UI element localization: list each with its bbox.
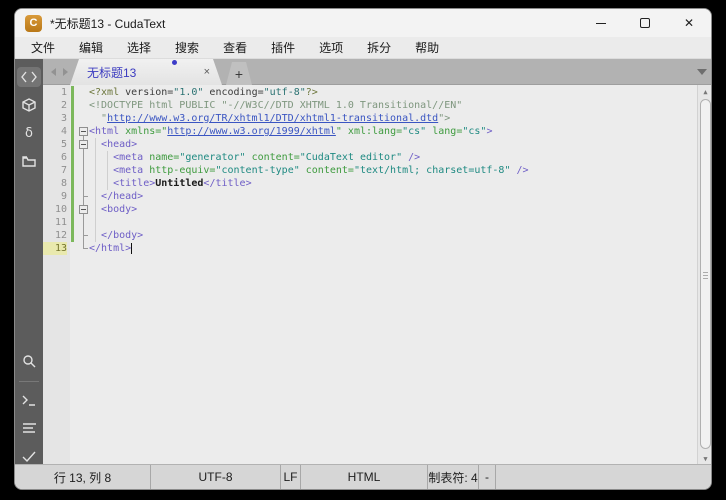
tab-scroll-left-icon[interactable] [51, 68, 56, 76]
terminal-icon [22, 395, 35, 406]
code-line[interactable]: <html xmlns="http://www.w3.org/1999/xhtm… [89, 125, 492, 138]
status-message [496, 465, 711, 489]
code-line[interactable]: <meta http-equiv="content-type" content=… [89, 164, 528, 177]
list-icon [22, 422, 36, 433]
code-line[interactable]: <head> [89, 138, 137, 151]
status-selection[interactable]: - [479, 465, 496, 489]
sidebar-item-console[interactable] [17, 390, 41, 410]
menu-split[interactable]: 拆分 [361, 37, 397, 58]
menu-file[interactable]: 文件 [25, 37, 61, 58]
sidebar-item-snippets[interactable]: δ [17, 123, 41, 143]
sidebar-item-output[interactable] [17, 418, 41, 438]
tab-scroll-right-icon[interactable] [63, 68, 68, 76]
menu-help[interactable]: 帮助 [409, 37, 445, 58]
code-icon [21, 71, 37, 83]
sidebar-item-search[interactable] [17, 351, 41, 371]
close-icon: ✕ [683, 16, 695, 30]
search-icon [23, 355, 36, 368]
status-bar: 行 13, 列 8 UTF-8 LF HTML 制表符: 4 - [15, 464, 711, 489]
status-lexer[interactable]: HTML [301, 465, 428, 489]
tab-list-chevron-icon[interactable] [697, 69, 707, 75]
tab-close-icon[interactable]: × [204, 66, 210, 78]
close-button[interactable]: ✕ [667, 9, 711, 37]
sidebar-item-validate[interactable] [17, 446, 41, 466]
app-icon: C [25, 14, 42, 32]
code-line[interactable]: <meta name="generator" content="CudaText… [89, 151, 420, 164]
menu-selection[interactable]: 选择 [121, 37, 157, 58]
cube-icon [22, 98, 36, 112]
code-line[interactable]: <?xml version="1.0" encoding="utf-8"?> [89, 86, 318, 99]
check-icon [22, 451, 36, 462]
sidebar-divider [19, 381, 39, 382]
content-area: 无标题13 × + 12345678910111213 [43, 59, 711, 466]
status-tab-size[interactable]: 制表符: 4 [428, 465, 479, 489]
scroll-up-icon[interactable]: ▲ [698, 86, 711, 98]
tab-modified-dot [172, 60, 177, 65]
menu-search[interactable]: 搜索 [169, 37, 205, 58]
title-bar: C *无标题13 - CudaText ✕ [15, 9, 711, 37]
minimize-button[interactable] [579, 9, 623, 37]
status-encoding[interactable]: UTF-8 [151, 465, 281, 489]
vertical-scrollbar[interactable]: ▲ ▼ [697, 85, 711, 466]
scrollbar-grip [703, 270, 708, 279]
tab-label: 无标题13 [87, 65, 137, 80]
code-line[interactable]: </body> [89, 229, 143, 242]
status-line-endings[interactable]: LF [281, 465, 301, 489]
minimize-icon [596, 22, 606, 24]
new-tab-button[interactable]: + [226, 62, 252, 85]
fold-end [83, 235, 88, 236]
delta-icon: δ [25, 125, 33, 141]
tab-bar: 无标题13 × + [43, 59, 711, 85]
maximize-button[interactable] [623, 9, 667, 37]
scrollbar-thumb[interactable] [700, 99, 711, 449]
menu-view[interactable]: 查看 [217, 37, 253, 58]
side-toolbar: δ [15, 59, 43, 466]
fold-end [83, 248, 88, 249]
menu-options[interactable]: 选项 [313, 37, 349, 58]
sidebar-item-plugins[interactable] [17, 95, 41, 115]
tab-untitled13[interactable]: 无标题13 × [70, 59, 222, 85]
window-title: *无标题13 - CudaText [50, 16, 166, 31]
code-line[interactable]: <body> [89, 203, 137, 216]
code-line[interactable]: <title>Untitled</title> [89, 177, 252, 190]
fold-rail [83, 136, 84, 249]
menu-plugins[interactable]: 插件 [265, 37, 301, 58]
text-caret [131, 243, 132, 254]
fold-end [83, 196, 88, 197]
code-line[interactable]: <!DOCTYPE html PUBLIC "-//W3C//DTD XHTML… [89, 99, 462, 112]
code-editor[interactable]: 1 2 3 4 5 6 7 8 9 10 11 12 13 <?xml version="1.0" en… [43, 85, 711, 466]
code-line[interactable]: </html> [89, 242, 131, 255]
main-area: δ 无标题13 × + 1 2 3 4 5 6 7 8 9 10 11 12 1… [15, 59, 711, 466]
fold-toggle-html[interactable] [79, 127, 88, 136]
maximize-icon [640, 18, 650, 28]
sidebar-item-code[interactable] [17, 67, 41, 87]
fold-toggle-head[interactable] [79, 140, 88, 149]
app-window: C *无标题13 - CudaText ✕ 文件 编辑 选择 搜索 查看 插件 … [14, 8, 712, 490]
code-lines: <?xml version="1.0" encoding="utf-8"?> <!… [89, 85, 697, 466]
code-line[interactable]: </head> [89, 190, 143, 203]
menu-edit[interactable]: 编辑 [73, 37, 109, 58]
sidebar-item-files[interactable] [17, 151, 41, 171]
menu-bar: 文件 编辑 选择 搜索 查看 插件 选项 拆分 帮助 [15, 37, 711, 59]
fold-toggle-body[interactable] [79, 205, 88, 214]
folder-icon [22, 156, 36, 167]
code-line[interactable]: "http://www.w3.org/TR/xhtml1/DTD/xhtml1-… [89, 112, 450, 125]
status-caret-position[interactable]: 行 13, 列 8 [15, 465, 151, 489]
